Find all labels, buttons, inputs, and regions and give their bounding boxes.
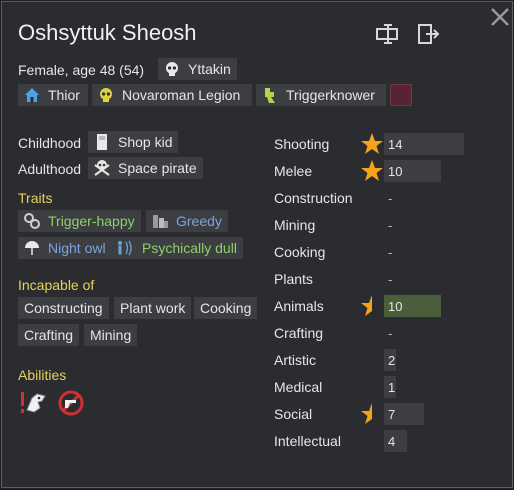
childhood-value: Shop kid <box>118 134 173 150</box>
skill-name: Medical <box>274 379 323 395</box>
skill-level-bar: 10 <box>384 160 441 182</box>
gears-icon <box>22 211 42 231</box>
role-icon <box>260 85 280 105</box>
trait-label: Night owl <box>48 240 106 256</box>
psychic-icon <box>116 238 136 258</box>
adulthood-value: Space pirate <box>118 160 197 176</box>
childhood-label: Childhood <box>18 135 82 151</box>
trait-label: Psychically dull <box>142 240 237 256</box>
faction-label: Thior <box>48 87 80 103</box>
adulthood-label: Adulthood <box>18 161 82 177</box>
ideo-chip[interactable]: Yttakin <box>158 58 237 80</box>
house-icon <box>22 85 42 105</box>
trait-chip[interactable]: Trigger-happy <box>18 210 141 232</box>
faction-label: Novaroman Legion <box>122 87 241 103</box>
skill-name: Mining <box>274 217 316 233</box>
skill-level: 4 <box>388 433 396 449</box>
rename-icon[interactable] <box>374 21 402 47</box>
incapable-chip[interactable]: Mining <box>84 324 138 346</box>
skill-name: Cooking <box>274 244 326 260</box>
traits-title: Traits <box>18 190 53 206</box>
skill-level: - <box>388 326 393 341</box>
skill-name: Social <box>274 406 313 422</box>
skull-crossbones-icon <box>92 158 112 178</box>
faction-chip-legion[interactable]: Novaroman Legion <box>92 84 252 106</box>
abilities-title: Abilities <box>18 367 67 383</box>
skill-name: Plants <box>274 271 313 287</box>
wolf-howl-ability-icon[interactable] <box>18 388 48 418</box>
skill-level: - <box>388 191 393 206</box>
skill-level-bar: 7 <box>384 403 424 425</box>
skill-level-bar: 2 <box>384 349 396 371</box>
childhood-chip[interactable]: Shop kid <box>88 131 179 153</box>
trait-chip[interactable]: Psychically dull <box>112 237 243 259</box>
skill-level: 10 <box>388 163 403 179</box>
skull-icon <box>162 59 182 79</box>
role-label: Triggerknower <box>286 87 375 103</box>
skill-level: 7 <box>388 406 396 422</box>
no-weapons-ability-icon[interactable] <box>56 388 86 418</box>
adulthood-chip[interactable]: Space pirate <box>88 157 203 179</box>
skill-level-bar: 14 <box>384 133 464 155</box>
passion-minor-icon <box>360 294 384 323</box>
trait-chip[interactable]: Night owl <box>18 237 112 259</box>
incapable-chip[interactable]: Cooking <box>194 297 258 319</box>
favorite-color-swatch[interactable] <box>390 84 412 106</box>
skill-name: Shooting <box>274 136 330 152</box>
pawn-name: Oshsyttuk Sheosh <box>18 20 197 45</box>
skill-name: Melee <box>274 163 313 179</box>
skill-level-bar: 10 <box>384 295 441 317</box>
skill-level: 10 <box>388 298 403 314</box>
close-icon[interactable] <box>486 4 514 30</box>
skill-name: Construction <box>274 190 353 206</box>
skill-level: 1 <box>388 379 396 395</box>
trait-label: Trigger-happy <box>48 213 135 229</box>
skill-name: Animals <box>274 298 324 314</box>
passion-minor-icon <box>360 402 384 431</box>
skill-level-bar: 1 <box>384 376 396 398</box>
incapable-chip[interactable]: Crafting <box>18 324 80 346</box>
passion-major-icon <box>360 132 384 161</box>
skill-level: - <box>388 218 393 233</box>
faction-chip-thior[interactable]: Thior <box>18 84 88 106</box>
skill-level: - <box>388 245 393 260</box>
skill-level: - <box>388 272 393 287</box>
apron-icon <box>92 132 112 152</box>
legion-skull-icon <box>96 85 116 105</box>
pawn-description: Female, age 48 (54) <box>18 62 145 78</box>
trait-label: Greedy <box>176 213 222 229</box>
coins-icon <box>150 211 170 231</box>
skill-level-bar: 4 <box>384 430 407 452</box>
ideo-label: Yttakin <box>188 61 231 77</box>
incapable-chip[interactable]: Plant work <box>114 297 192 319</box>
passion-major-icon <box>360 159 384 188</box>
banish-icon[interactable] <box>414 21 442 47</box>
umbrella-icon <box>22 238 42 258</box>
trait-chip[interactable]: Greedy <box>146 210 228 232</box>
skill-level: 2 <box>388 352 396 368</box>
skill-level: 14 <box>388 136 403 152</box>
incapable-chip[interactable]: Constructing <box>18 297 109 319</box>
skill-name: Artistic <box>274 352 316 368</box>
skill-name: Crafting <box>274 325 324 341</box>
character-card: Oshsyttuk Sheosh Female, age 48 (54) Ytt… <box>1 1 513 488</box>
incapable-title: Incapable of <box>18 277 95 293</box>
role-chip[interactable]: Triggerknower <box>256 84 386 106</box>
skill-name: Intellectual <box>274 433 341 449</box>
